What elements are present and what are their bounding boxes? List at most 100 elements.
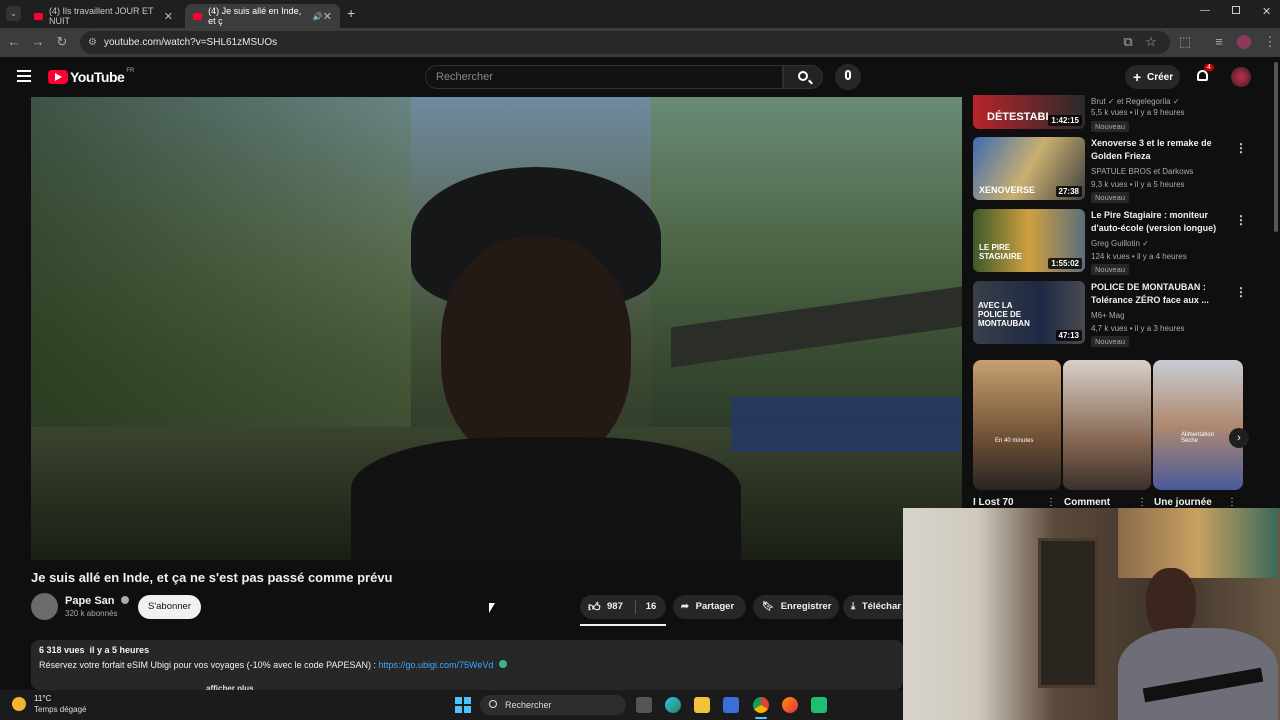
video-title[interactable]: Le Pire Stagiaire : moniteur d'auto-écol… bbox=[1091, 209, 1221, 235]
chrome-menu-icon[interactable]: ⋮ bbox=[1262, 34, 1278, 50]
chrome-icon[interactable] bbox=[753, 697, 769, 713]
task-view-icon[interactable] bbox=[636, 697, 652, 713]
more-actions-icon[interactable]: ⋮ bbox=[1235, 213, 1247, 227]
video-thumbnail[interactable]: AVEC LA POLICE DE MONTAUBAN 47:13 bbox=[973, 281, 1085, 344]
file-explorer-icon[interactable] bbox=[694, 697, 710, 713]
chrome-active-indicator bbox=[755, 717, 767, 719]
weather-desc: Temps dégagé bbox=[34, 705, 87, 714]
recommendation-item[interactable]: XENOVERSE 27:38 Xenoverse 3 et le remake… bbox=[973, 137, 1247, 203]
download-button[interactable]: ⤓ Téléchar bbox=[843, 595, 903, 619]
subscriber-count: 320 k abonnés bbox=[65, 609, 118, 618]
account-avatar[interactable] bbox=[1231, 67, 1251, 87]
video-stats: 124 k vues • il y a 4 heures bbox=[1091, 252, 1187, 261]
tab-list-dropdown-icon[interactable]: ⌄ bbox=[6, 6, 21, 21]
youtube-play-icon bbox=[48, 70, 68, 84]
notifications-button[interactable]: 4 bbox=[1195, 64, 1214, 84]
windows-start-icon[interactable] bbox=[455, 697, 471, 713]
new-tab-button[interactable]: + bbox=[347, 5, 355, 21]
channel-name[interactable]: M6+ Mag bbox=[1091, 310, 1125, 321]
youtube-logo[interactable]: YouTube FR bbox=[48, 68, 134, 85]
new-badge: Nouveau bbox=[1091, 264, 1130, 275]
video-thumbnail[interactable]: LE PIRE STAGIAIRE 1:55:02 bbox=[973, 209, 1085, 272]
channel-name[interactable]: Greg Guillotin ✓ bbox=[1091, 238, 1149, 249]
tab-title: (4) Ils travaillent JOUR ET NUIT bbox=[48, 6, 154, 26]
extensions-icon[interactable]: ⬚ bbox=[1177, 34, 1193, 50]
duration-badge: 1:42:15 bbox=[1048, 115, 1082, 126]
youtube-header: YouTube FR Rechercher + Créer 4 bbox=[0, 57, 1280, 97]
subscribe-button[interactable]: S'abonner bbox=[138, 595, 201, 619]
shorts-next-button[interactable]: › bbox=[1229, 428, 1249, 448]
close-tab-icon[interactable]: ✕ bbox=[323, 10, 332, 23]
browser-tab-2[interactable]: (4) Je suis allé en Inde, et ç 🔊 ✕ bbox=[185, 4, 340, 28]
video-thumbnail[interactable]: DÉTESTABI 1:42:15 bbox=[973, 95, 1085, 129]
short-thumbnail[interactable] bbox=[1063, 360, 1151, 490]
app-icon[interactable] bbox=[811, 697, 827, 713]
speaker-icon[interactable]: 🔊 bbox=[313, 12, 323, 21]
video-title[interactable]: POLICE DE MONTAUBAN : Tolérance ZÉRO fac… bbox=[1091, 281, 1221, 307]
edge-browser-icon[interactable] bbox=[665, 697, 681, 713]
channel-name[interactable]: Brut ✓ et Regelegorila ✓ bbox=[1091, 96, 1180, 107]
video-thumbnail[interactable]: XENOVERSE 27:38 bbox=[973, 137, 1085, 200]
voice-search-button[interactable] bbox=[835, 64, 861, 90]
url-text: youtube.com/watch?v=SHL61zMSUOs bbox=[104, 37, 278, 48]
profile-avatar[interactable] bbox=[1237, 35, 1251, 49]
more-actions-icon[interactable]: ⋮ bbox=[1137, 497, 1147, 508]
new-badge: Nouveau bbox=[1091, 192, 1130, 203]
short-title[interactable]: I Lost 70 bbox=[973, 497, 1014, 508]
download-label: Téléchar bbox=[861, 601, 901, 612]
back-arrow-icon[interactable]: ← bbox=[6, 34, 22, 50]
share-button[interactable]: ➦ Partager bbox=[673, 595, 746, 619]
channel-name[interactable]: Pape San bbox=[65, 595, 129, 607]
short-title[interactable]: Une journée bbox=[1154, 497, 1212, 508]
video-title[interactable]: Xenoverse 3 et le remake de Golden Friez… bbox=[1091, 137, 1221, 163]
recommendation-item[interactable]: LE PIRE STAGIAIRE 1:55:02 Le Pire Stagia… bbox=[973, 209, 1247, 275]
short-thumbnail[interactable]: Alimentation Sèche bbox=[1153, 360, 1243, 490]
restore-button[interactable] bbox=[1232, 6, 1240, 14]
description-box[interactable]: 6 318 vues il y a 5 heures Réservez votr… bbox=[31, 640, 903, 693]
forward-arrow-icon[interactable]: → bbox=[30, 34, 46, 50]
more-actions-icon[interactable]: ⋮ bbox=[1235, 285, 1247, 299]
save-button[interactable]: 🔖︎ Enregistrer bbox=[753, 595, 839, 619]
bookmark-star-icon[interactable]: ☆ bbox=[1143, 34, 1159, 50]
dislike-button[interactable]: 16 bbox=[636, 595, 666, 619]
video-stats: 5,5 k vues • il y a 9 heures bbox=[1091, 108, 1185, 117]
media-controls-icon[interactable]: ≡ bbox=[1211, 34, 1227, 50]
search-icon bbox=[798, 71, 808, 81]
youtube-favicon-icon bbox=[34, 12, 43, 20]
create-button[interactable]: + Créer bbox=[1125, 65, 1180, 89]
hamburger-menu-icon[interactable] bbox=[17, 70, 31, 82]
page-scrollbar[interactable] bbox=[1274, 62, 1278, 232]
short-title[interactable]: Comment bbox=[1064, 497, 1110, 508]
channel-avatar[interactable] bbox=[31, 593, 58, 620]
recommendation-item[interactable]: DÉTESTABI 1:42:15 Brut ✓ et Regelegorila… bbox=[973, 95, 1243, 137]
more-actions-icon[interactable]: ⋮ bbox=[1046, 497, 1056, 508]
video-title: Je suis allé en Inde, et ça ne s'est pas… bbox=[31, 570, 393, 585]
search-button[interactable] bbox=[783, 65, 823, 89]
firefox-icon[interactable] bbox=[782, 697, 798, 713]
microsoft-store-icon[interactable] bbox=[723, 697, 739, 713]
streamer-webcam-overlay bbox=[903, 508, 1280, 720]
video-player[interactable] bbox=[31, 97, 962, 560]
url-field[interactable]: ⚙ youtube.com/watch?v=SHL61zMSUOs bbox=[80, 31, 1170, 54]
description-line: Réservez votre forfait eSIM Ubigi pour v… bbox=[39, 660, 507, 670]
more-actions-icon[interactable]: ⋮ bbox=[1235, 141, 1247, 155]
channel-name[interactable]: SPATULE BROS et Darkows bbox=[1091, 166, 1193, 177]
recommendation-item[interactable]: AVEC LA POLICE DE MONTAUBAN 47:13 POLICE… bbox=[973, 281, 1247, 347]
browser-tab-1[interactable]: (4) Ils travaillent JOUR ET NUIT ✕ bbox=[26, 4, 181, 28]
more-actions-icon[interactable]: ⋮ bbox=[1227, 497, 1237, 508]
promo-link[interactable]: https://go.ubigi.com/75WeVd bbox=[378, 660, 493, 670]
close-tab-icon[interactable]: ✕ bbox=[164, 10, 173, 23]
search-icon bbox=[489, 700, 497, 708]
close-window-button[interactable]: ✕ bbox=[1262, 5, 1271, 18]
short-overlay-text: Alimentation Sèche bbox=[1181, 432, 1215, 444]
reload-icon[interactable]: ↻ bbox=[54, 34, 70, 50]
search-input[interactable]: Rechercher bbox=[425, 65, 783, 89]
minimize-button[interactable]: — bbox=[1200, 5, 1210, 16]
install-app-icon[interactable]: ⧉ bbox=[1120, 34, 1136, 50]
windows-taskbar: 11°C Temps dégagé Rechercher bbox=[0, 690, 903, 720]
browser-tab-bar: ⌄ (4) Ils travaillent JOUR ET NUIT ✕ (4)… bbox=[0, 0, 1280, 28]
like-button[interactable]: 👍︎ 987 bbox=[580, 595, 635, 619]
taskbar-search[interactable]: Rechercher bbox=[480, 695, 626, 715]
short-thumbnail[interactable]: En 40 minutes bbox=[973, 360, 1061, 490]
site-info-icon[interactable]: ⚙ bbox=[88, 31, 97, 54]
